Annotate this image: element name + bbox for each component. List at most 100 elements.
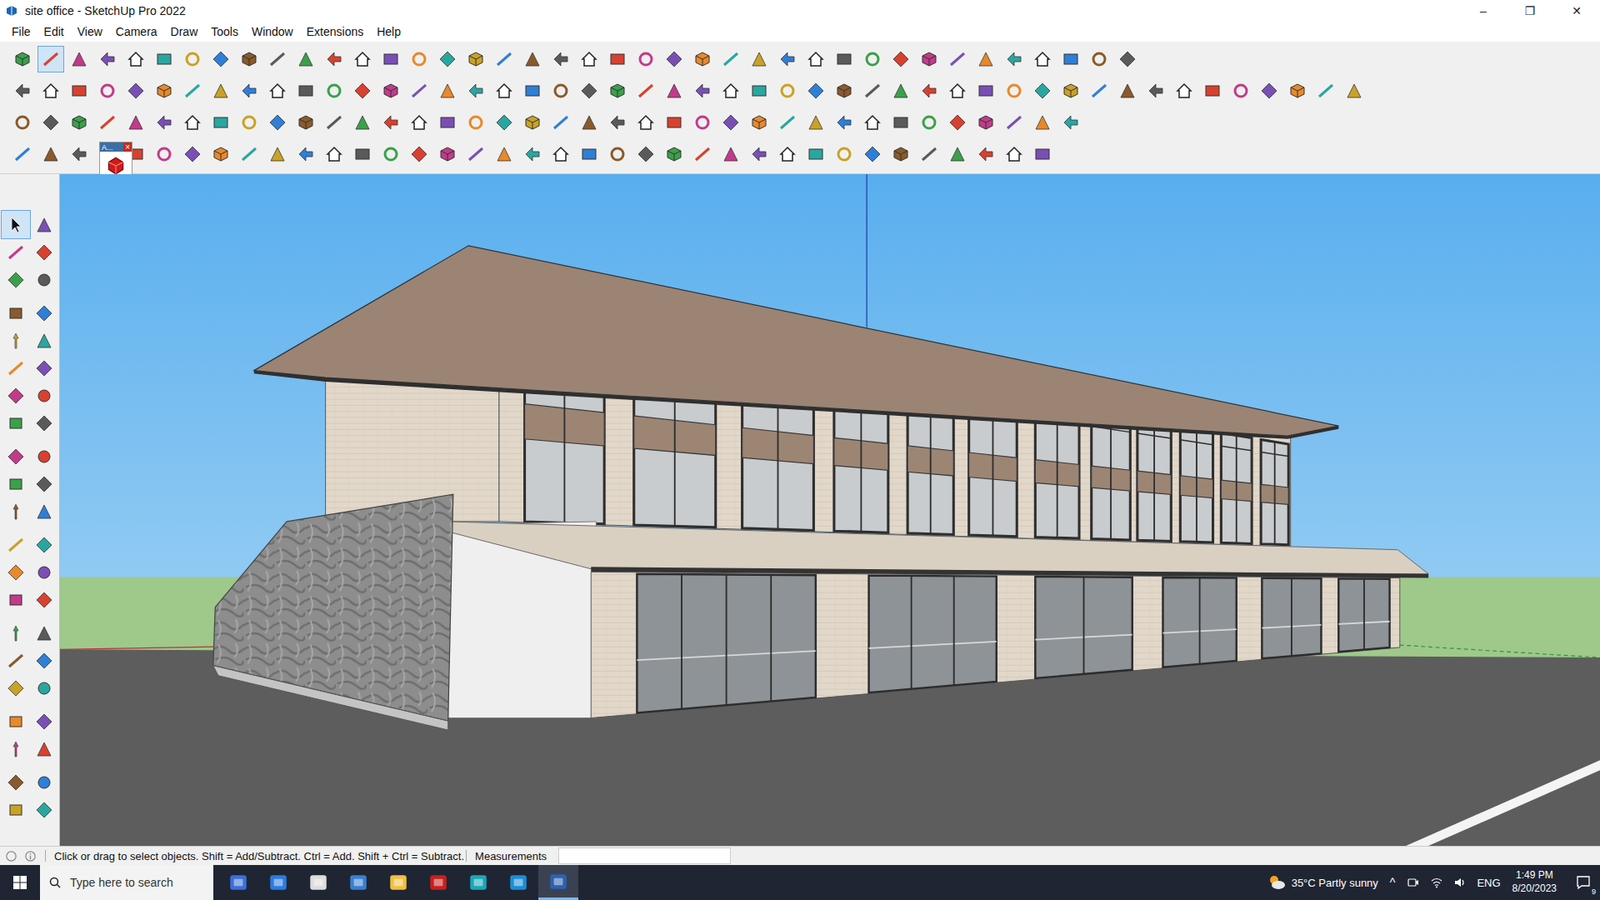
- toolbar-button[interactable]: [633, 141, 659, 167]
- toolbar-button[interactable]: [633, 46, 659, 72]
- toolbar-button[interactable]: [123, 110, 149, 135]
- tool-button[interactable]: [30, 646, 59, 675]
- toolbar-button[interactable]: [1200, 78, 1225, 104]
- toolbar-button[interactable]: [1086, 46, 1112, 72]
- taskbar-app-button[interactable]: [378, 865, 419, 900]
- toolbar-button[interactable]: [661, 141, 687, 167]
- toolbar-button[interactable]: [746, 78, 772, 104]
- tool-button[interactable]: [1, 497, 30, 525]
- toolbar-button[interactable]: [435, 110, 460, 135]
- tool-button[interactable]: [1, 619, 30, 647]
- tool-button[interactable]: [30, 265, 59, 294]
- toolbar-button[interactable]: [10, 46, 35, 72]
- toolbar-button[interactable]: [406, 78, 432, 104]
- menu-item[interactable]: View: [70, 23, 110, 40]
- tool-button[interactable]: [1, 265, 30, 294]
- toolbar-button[interactable]: [690, 46, 715, 72]
- toolbar-button[interactable]: [576, 141, 602, 167]
- toolbar-button[interactable]: [1228, 78, 1254, 104]
- toolbar-button[interactable]: [973, 110, 999, 135]
- menu-item[interactable]: Help: [370, 23, 408, 40]
- toolbar-button[interactable]: [378, 110, 404, 135]
- popup-close-button[interactable]: ×: [123, 142, 132, 152]
- toolbar-button[interactable]: [718, 141, 744, 167]
- tool-button[interactable]: [1, 735, 30, 763]
- toolbar-button[interactable]: [95, 110, 120, 135]
- toolbar-button[interactable]: [1171, 78, 1197, 104]
- toolbar-button[interactable]: [605, 46, 630, 72]
- toolbar-button[interactable]: [973, 141, 999, 167]
- toolbar-button[interactable]: [38, 46, 64, 72]
- toolbar-button[interactable]: [605, 141, 630, 167]
- toolbar-button[interactable]: [775, 110, 800, 135]
- toolbar-button[interactable]: [463, 46, 489, 72]
- toolbar-button[interactable]: [265, 141, 290, 167]
- toolbar-button[interactable]: [208, 78, 234, 104]
- notification-button[interactable]: 9: [1566, 865, 1600, 900]
- toolbar-button[interactable]: [831, 141, 857, 167]
- tool-button[interactable]: [30, 674, 59, 702]
- tool-button[interactable]: [30, 735, 59, 763]
- weather-text[interactable]: 35°C Partly sunny: [1291, 876, 1379, 890]
- wifi-icon[interactable]: [1430, 875, 1444, 890]
- toolbar-button[interactable]: [123, 78, 149, 104]
- windows-start-icon[interactable]: [11, 874, 29, 891]
- toolbar-button[interactable]: [10, 78, 35, 104]
- toolbar-button[interactable]: [180, 46, 205, 72]
- toolbar-button[interactable]: [973, 78, 999, 104]
- language-indicator[interactable]: ENG: [1476, 876, 1500, 890]
- tool-button[interactable]: [1, 707, 30, 735]
- tool-button[interactable]: [30, 381, 59, 410]
- toolbar-button[interactable]: [38, 141, 64, 167]
- toolbar-button[interactable]: [548, 141, 574, 167]
- toolbar-button[interactable]: [1058, 46, 1084, 72]
- tool-button[interactable]: [1, 326, 30, 355]
- toolbar-button[interactable]: [718, 46, 744, 72]
- toolbar-button[interactable]: [236, 141, 262, 167]
- toolbar-button[interactable]: [945, 110, 970, 135]
- toolbar-button[interactable]: [1143, 78, 1169, 104]
- menu-item[interactable]: File: [5, 23, 38, 40]
- menu-item[interactable]: Tools: [204, 23, 245, 40]
- tool-button[interactable]: [30, 354, 59, 382]
- menu-item[interactable]: Draw: [164, 23, 205, 40]
- toolbar-button[interactable]: [406, 110, 432, 135]
- toolbar-button[interactable]: [265, 46, 290, 72]
- toolbar-button[interactable]: [435, 78, 460, 104]
- toolbar-button[interactable]: [520, 78, 545, 104]
- toolbar-button[interactable]: [860, 141, 885, 167]
- toolbar-button[interactable]: [520, 110, 545, 135]
- toolbar-button[interactable]: [378, 46, 404, 72]
- toolbar-button[interactable]: [576, 46, 602, 72]
- toolbar-button[interactable]: [916, 141, 942, 167]
- toolbar-button[interactable]: [321, 78, 347, 104]
- toolbar-button[interactable]: [661, 78, 687, 104]
- taskbar-app-button[interactable]: [498, 865, 539, 900]
- toolbar-button[interactable]: [1313, 78, 1339, 104]
- toolbar-button[interactable]: [151, 110, 177, 135]
- tool-button[interactable]: [1, 674, 30, 702]
- toolbar-button[interactable]: [746, 141, 772, 167]
- toolbar-button[interactable]: [690, 110, 715, 135]
- taskbar-search[interactable]: Type here to search: [40, 865, 214, 900]
- toolbar-button[interactable]: [208, 110, 234, 135]
- taskbar-app-button[interactable]: [458, 865, 499, 900]
- tool-button[interactable]: [30, 210, 59, 239]
- tool-button[interactable]: [30, 497, 59, 525]
- toolbar-button[interactable]: [293, 110, 319, 135]
- toolbar-button[interactable]: [95, 46, 120, 72]
- toolbar-button[interactable]: [293, 78, 319, 104]
- toolbar-button[interactable]: [860, 46, 885, 72]
- toolbar-button[interactable]: [66, 46, 92, 72]
- toolbar-button[interactable]: [888, 78, 914, 104]
- toolbar-button[interactable]: [860, 110, 885, 135]
- toolbar-button[interactable]: [1001, 78, 1027, 104]
- toolbar-button[interactable]: [916, 46, 942, 72]
- toolbar-button[interactable]: [548, 78, 574, 104]
- toolbar-button[interactable]: [803, 141, 829, 167]
- toolbar-button[interactable]: [1030, 78, 1055, 104]
- toolbar-button[interactable]: [690, 141, 715, 167]
- toolbar-button[interactable]: [803, 110, 829, 135]
- toolbar-button[interactable]: [151, 141, 177, 167]
- tool-button[interactable]: [30, 299, 59, 327]
